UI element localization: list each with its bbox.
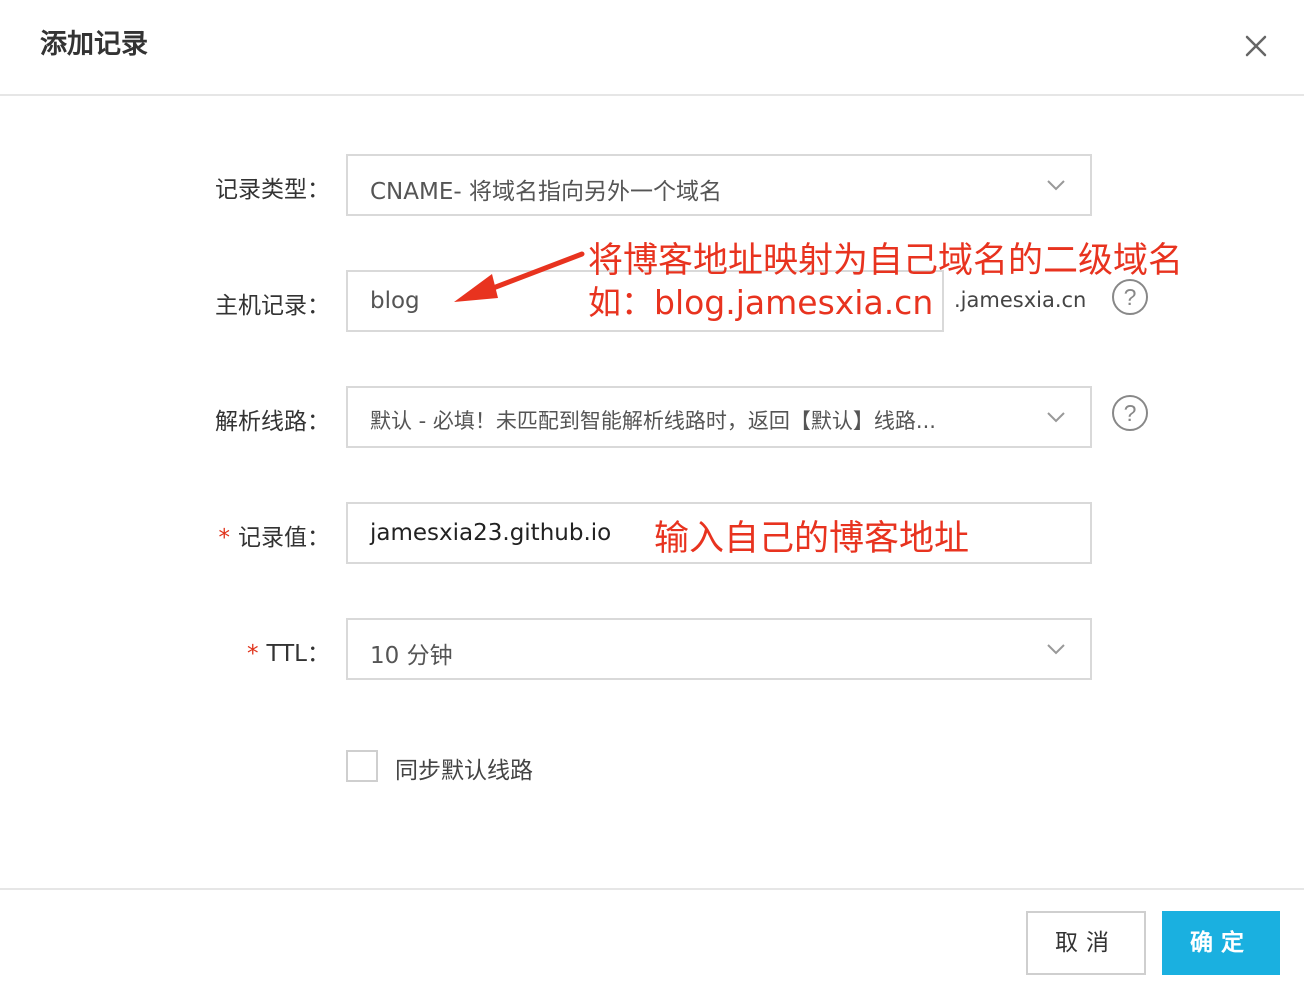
value-annotation: 输入自己的博客地址	[654, 519, 970, 559]
record-value-label-text: 记录值：	[238, 525, 330, 551]
help-icon[interactable]: ?	[1110, 277, 1150, 317]
line-select[interactable]: 默认 - 必填！未匹配到智能解析线路时，返回【默认】线路...	[346, 386, 1092, 448]
dialog-title: 添加记录	[40, 29, 148, 60]
ttl-label-text: TTL：	[266, 641, 330, 667]
record-value-label: * 记录值：	[0, 518, 331, 552]
record-value-value: jamesxia23.github.io	[370, 520, 612, 546]
confirm-button[interactable]: 确定	[1162, 911, 1280, 975]
host-record-value: blog	[370, 288, 420, 314]
chevron-down-icon	[1047, 412, 1065, 423]
required-mark: *	[218, 525, 231, 551]
record-type-value: CNAME- 将域名指向另外一个域名	[370, 179, 722, 205]
host-annotation-line2: 如：blog.jamesxia.cn	[588, 283, 934, 322]
record-type-select[interactable]: CNAME- 将域名指向另外一个域名	[346, 154, 1092, 216]
required-mark: *	[246, 641, 259, 667]
line-value: 默认 - 必填！未匹配到智能解析线路时，返回【默认】线路...	[370, 409, 936, 433]
record-type-label: 记录类型：	[215, 177, 330, 203]
ttl-value: 10 分钟	[370, 643, 453, 669]
cancel-button[interactable]: 取消	[1026, 911, 1146, 975]
sync-default-label[interactable]: 同步默认线路	[395, 751, 533, 785]
host-record-label: 主机记录：	[215, 293, 330, 319]
host-domain-suffix: .jamesxia.cn	[954, 288, 1087, 312]
svg-text:?: ?	[1124, 284, 1137, 310]
sync-default-checkbox[interactable]	[346, 750, 378, 782]
help-icon[interactable]: ?	[1110, 393, 1150, 433]
dialog-header: 添加记录	[0, 0, 1304, 96]
ttl-select[interactable]: 10 分钟	[346, 618, 1092, 680]
chevron-down-icon	[1047, 180, 1065, 191]
arrow-annotation	[454, 251, 585, 302]
ttl-label: * TTL：	[0, 634, 330, 668]
close-button[interactable]	[1236, 26, 1276, 66]
chevron-down-icon	[1047, 644, 1065, 655]
svg-text:?: ?	[1124, 400, 1137, 426]
close-icon	[1245, 35, 1267, 57]
line-label: 解析线路：	[215, 409, 330, 435]
